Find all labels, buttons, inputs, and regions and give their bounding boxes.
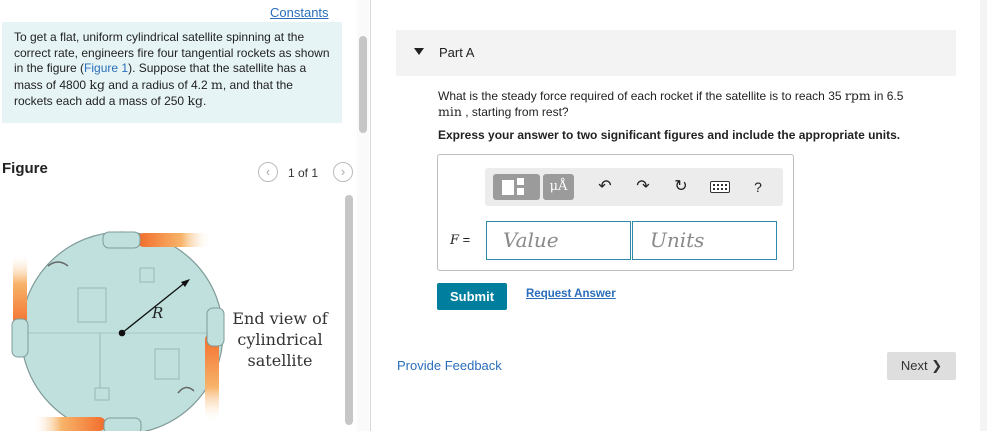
question-part: , starting from rest? [461, 105, 569, 119]
answer-box: μÅ ↶ ↷ ↻ ? F = Value Units [437, 154, 794, 271]
left-panel: Constants To get a flat, uniform cylindr… [0, 0, 357, 431]
redo-icon[interactable]: ↷ [633, 177, 653, 197]
column-divider [370, 0, 371, 431]
rocket-flame [32, 417, 106, 431]
variable-symbol: F [450, 233, 460, 248]
figure-prev-button[interactable]: ‹ [258, 162, 278, 182]
figure-caption: End view of cylindrical satellite [225, 308, 335, 371]
value-input[interactable]: Value [486, 221, 631, 260]
chevron-right-icon: ❯ [931, 358, 943, 373]
part-title: Part A [439, 45, 475, 60]
caret-down-icon[interactable] [414, 48, 424, 55]
reset-icon[interactable]: ↻ [671, 177, 691, 197]
part-header[interactable]: Part A [396, 30, 956, 76]
math-toolbar: μÅ ↶ ↷ ↻ ? [485, 168, 783, 206]
rocket-top [102, 231, 141, 249]
figure-scrollbar[interactable] [345, 195, 353, 425]
caption-line: End view of [232, 309, 328, 328]
right-scrollbar-track[interactable] [980, 0, 987, 431]
rpm-unit: rpm [844, 88, 871, 103]
units-symbols-button[interactable]: μÅ [543, 174, 574, 200]
center-point [118, 329, 126, 337]
answer-instruction: Express your answer to two significant f… [438, 128, 901, 142]
rocket-left [11, 318, 29, 358]
units-input[interactable]: Units [632, 221, 777, 260]
left-scrollbar-thumb[interactable] [359, 36, 367, 133]
provide-feedback-link[interactable]: Provide Feedback [397, 358, 502, 373]
problem-text: To get a flat, uniform cylindrical satel… [14, 30, 334, 110]
min-unit: min [438, 104, 462, 119]
problem-text-part: and a radius of 4.2 [104, 77, 212, 92]
caption-line: satellite [247, 351, 313, 370]
figure-next-button[interactable]: › [333, 162, 353, 182]
keyboard-icon[interactable] [710, 181, 730, 193]
figure-title: Figure [2, 160, 48, 177]
question-part: What is the steady force required of eac… [438, 89, 845, 103]
figure-counter: 1 of 1 [288, 166, 319, 180]
templates-button[interactable] [493, 174, 540, 200]
next-button[interactable]: Next ❯ [887, 352, 956, 380]
request-answer-link[interactable]: Request Answer [526, 288, 616, 300]
template-square-icon [502, 180, 514, 195]
next-label: Next [900, 358, 928, 373]
submit-button[interactable]: Submit [437, 283, 507, 310]
problem-statement-box: To get a flat, uniform cylindrical satel… [2, 22, 342, 123]
question-part: in 6.5 [870, 89, 904, 103]
answer-variable-label: F = [450, 232, 470, 248]
help-icon[interactable]: ? [748, 177, 768, 197]
rocket-bottom [103, 417, 142, 431]
template-square-icon [517, 178, 524, 185]
template-square-icon [517, 188, 524, 195]
undo-icon[interactable]: ↶ [595, 177, 615, 197]
rocket-flame [137, 233, 211, 247]
radius-unit: m [211, 76, 223, 92]
radius-label: R [151, 304, 163, 322]
equals-sign: = [459, 232, 471, 247]
rocket-right [206, 307, 225, 347]
rocket-flame [13, 253, 27, 329]
question-text: What is the steady force required of eac… [438, 88, 958, 120]
rocket-mass-unit: kg [187, 93, 204, 108]
problem-text-part: . [203, 94, 207, 108]
figure-link[interactable]: Figure 1 [84, 61, 128, 75]
constants-link[interactable]: Constants [270, 5, 329, 20]
mass-unit: kg [89, 76, 105, 92]
caption-line: cylindrical [237, 330, 323, 349]
